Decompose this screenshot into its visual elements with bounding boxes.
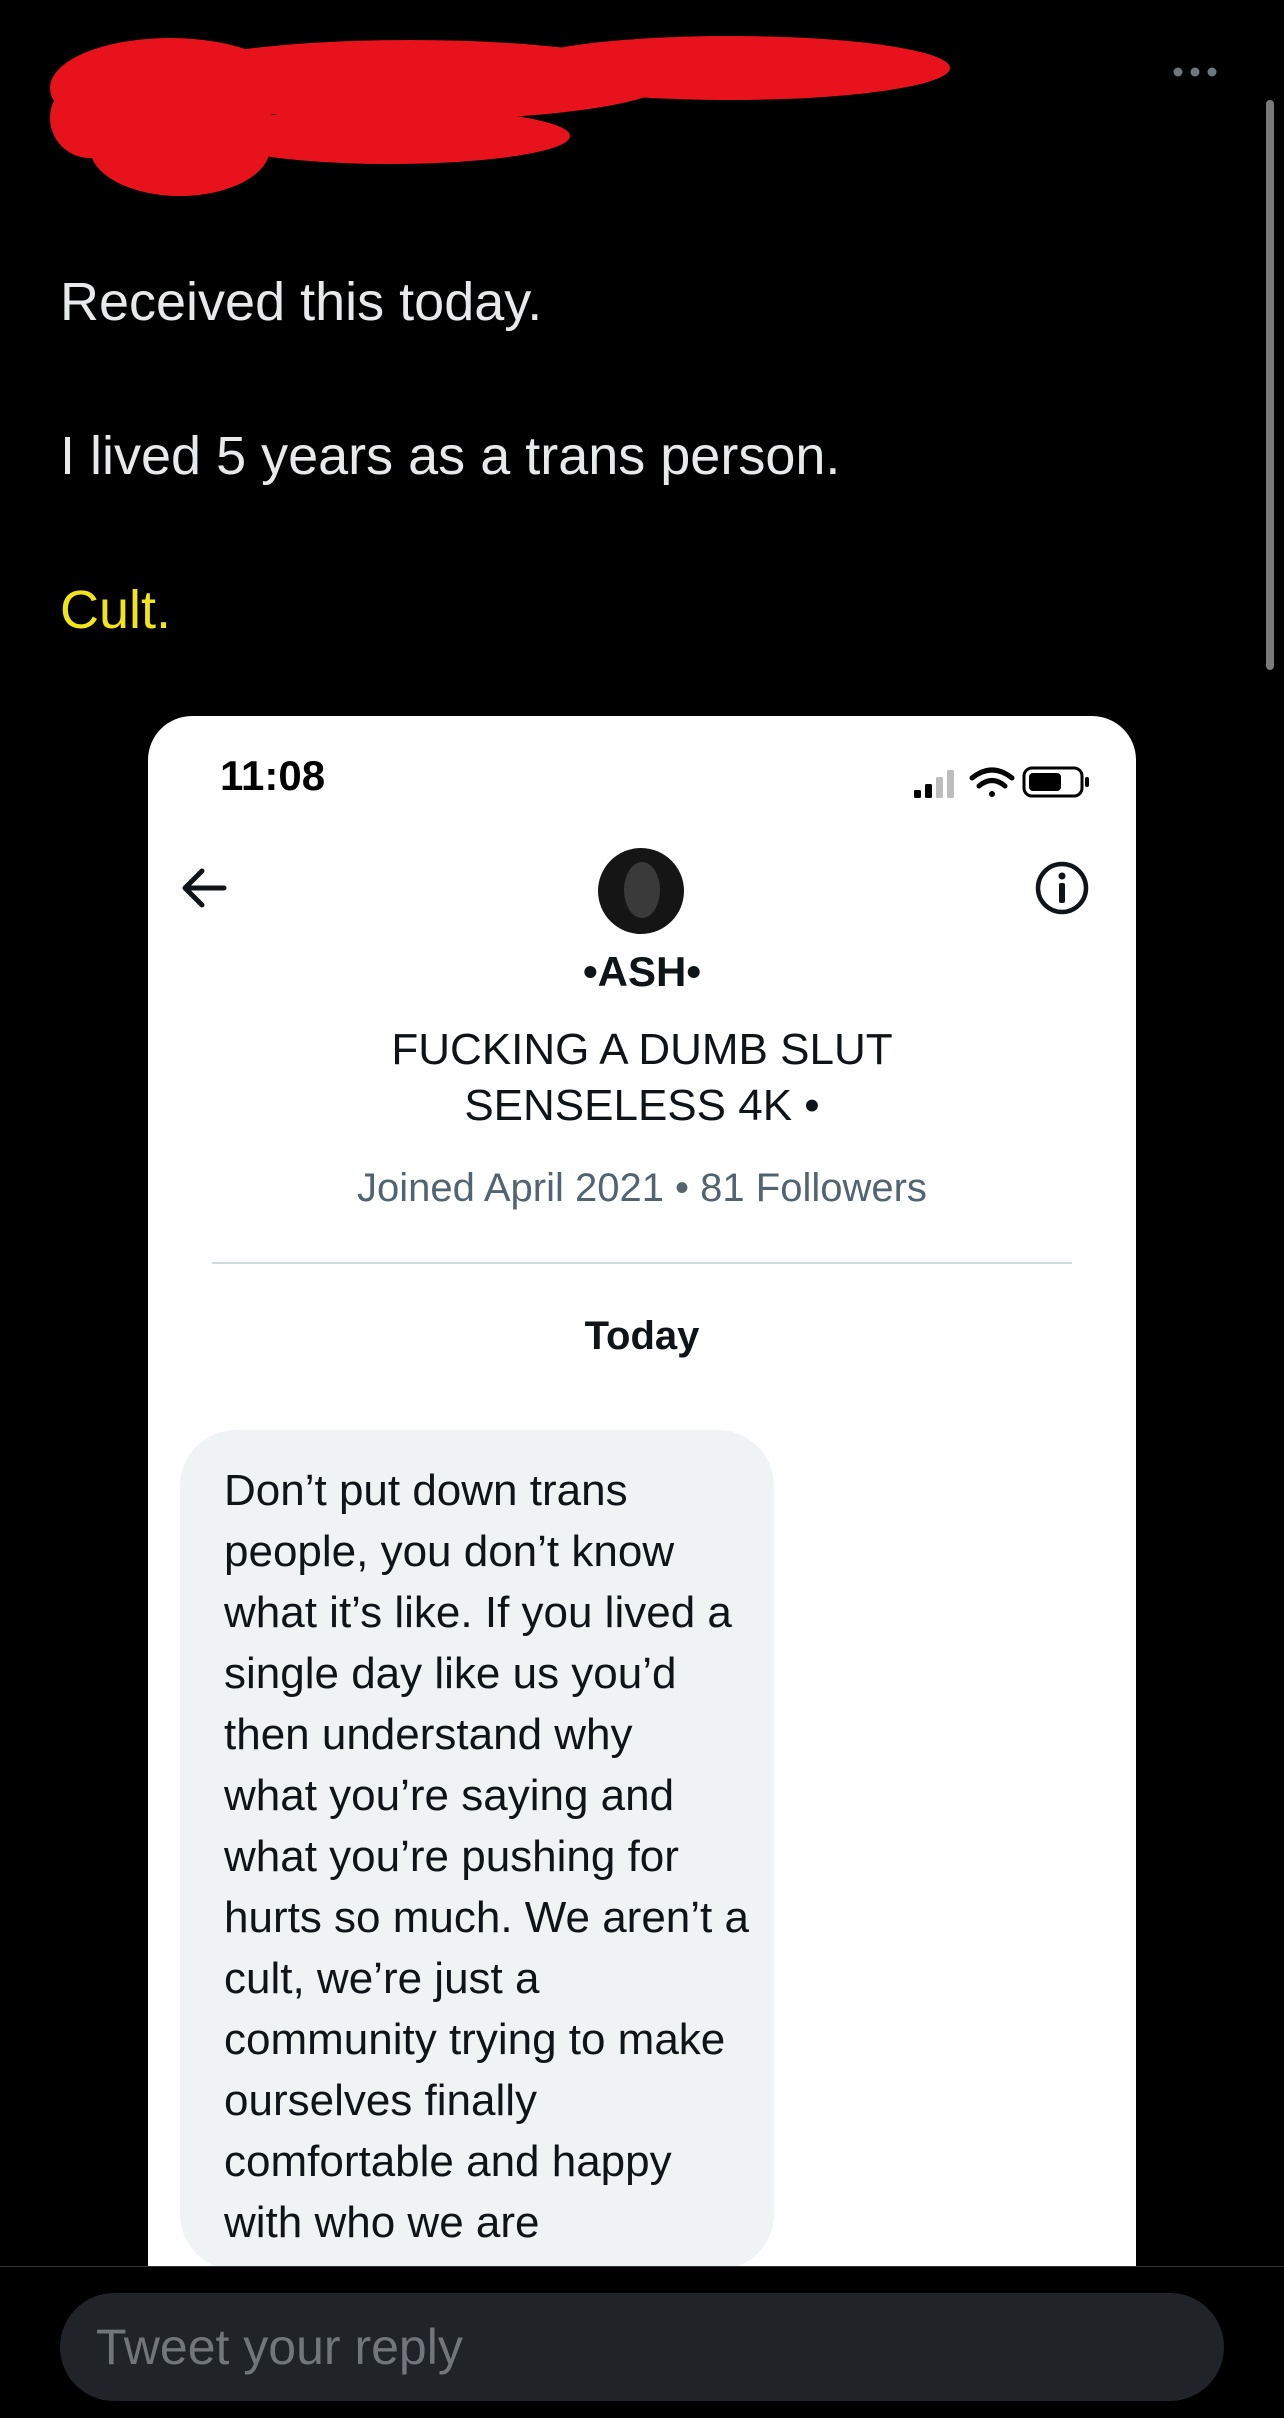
profile-bio-line: FUCKING A DUMB SLUT [391, 1025, 893, 1074]
divider [212, 1262, 1072, 1264]
message-line: community trying to make [224, 2015, 726, 2064]
message-line: Don’t put down trans [224, 1466, 628, 1515]
profile-bio-line: SENSELESS 4K • [464, 1081, 820, 1130]
message-line: hurts so much. We aren’t a [224, 1893, 749, 1942]
scrollbar[interactable] [1266, 100, 1274, 670]
tweet-text-line-1: Received this today. [60, 272, 543, 332]
status-time: 11:08 [220, 752, 326, 799]
message-line: people, you don’t know [224, 1527, 675, 1576]
message-line: ourselves finally [224, 2076, 538, 2125]
message-line: what it’s like. If you lived a [224, 1588, 732, 1637]
status-bar-icons [914, 766, 1089, 798]
attached-screenshot[interactable]: 11:08 •ASH• FUCKING A DUMB SLUT SENSELES… [148, 716, 1136, 2266]
profile-name: •ASH• [582, 948, 702, 995]
message-text: Don’t put down trans people, you don’t k… [224, 1460, 784, 2253]
message-line: with who we are [224, 2198, 540, 2247]
reply-bar: Tweet your reply [0, 2266, 1284, 2418]
reply-input[interactable]: Tweet your reply [60, 2293, 1224, 2401]
tweet-text-line-3: Cult. [60, 580, 172, 640]
profile-meta: Joined April 2021 • 81 Followers [357, 1166, 927, 1210]
battery-icon [1022, 766, 1089, 798]
more-options-icon[interactable] [1170, 62, 1220, 82]
message-bubble[interactable]: Don’t put down trans people, you don’t k… [180, 1430, 774, 2266]
message-line: single day like us you’d [224, 1649, 677, 1698]
profile-bio: FUCKING A DUMB SLUT SENSELESS 4K • [268, 1022, 1016, 1134]
avatar[interactable] [598, 848, 684, 934]
message-line: cult, we’re just a [224, 1954, 540, 2003]
redacted-author-name [50, 36, 950, 196]
date-separator: Today [584, 1314, 700, 1358]
tweet-text-line-2: I lived 5 years as a trans person. [60, 426, 841, 486]
message-line: then understand why [224, 1710, 633, 1759]
info-icon[interactable] [1032, 858, 1092, 918]
back-arrow-icon[interactable] [176, 860, 232, 916]
signal-icon [914, 770, 954, 798]
wifi-icon [969, 767, 1015, 797]
message-line: comfortable and happy [224, 2137, 672, 2186]
message-line: what you’re pushing for [224, 1832, 679, 1881]
message-line: what you’re saying and [224, 1771, 675, 1820]
